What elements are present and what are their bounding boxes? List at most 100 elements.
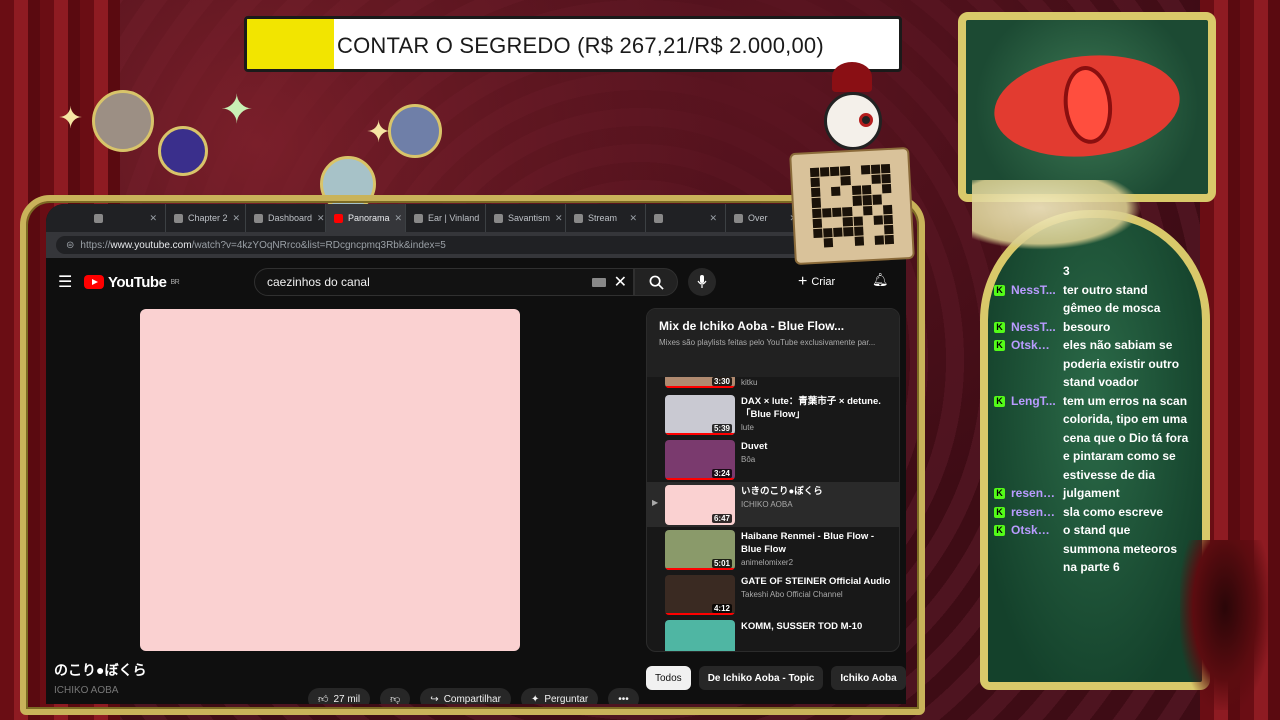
search-button[interactable] — [634, 268, 678, 296]
browser-tab[interactable]: Chapter 2 ✕ — [166, 204, 246, 232]
region-code: BR — [170, 278, 180, 286]
duration-badge: 6:47 — [711, 514, 732, 523]
filter-chip[interactable]: Todos — [646, 666, 691, 690]
tab-label: Chapter 2 — [188, 213, 228, 223]
goal-progress-fill — [247, 19, 335, 69]
duration-badge: 3:30 — [711, 377, 732, 386]
browser-tab[interactable]: ✕ — [646, 204, 726, 232]
watched-progress-bar — [665, 613, 735, 615]
playlist-item[interactable]: KOMM, SUSSER TOD M-10 — [647, 617, 899, 651]
chat-text: besouro — [1063, 319, 1111, 334]
browser-tab[interactable]: Panorama ✕ — [326, 204, 406, 232]
playlist-item-title: DAX × lute：青葉市子 × detune.「Blue Flow」 — [741, 396, 881, 420]
browser-tab[interactable]: Savantism ✕ — [486, 204, 566, 232]
search-value: caezinhos do canal — [267, 275, 370, 289]
like-button[interactable]: 👍︎ 27 mil — [308, 688, 371, 704]
dislike-button[interactable]: 👎︎ — [380, 688, 411, 704]
keyboard-icon[interactable] — [591, 277, 606, 287]
more-horizontal-icon: ••• — [618, 693, 629, 705]
chat-username[interactable]: NessT... — [1011, 318, 1057, 337]
eye-iris — [1059, 63, 1116, 147]
ask-label: Perguntar — [544, 693, 589, 705]
share-label: Compartilhar — [443, 693, 501, 705]
goal-text: CONTAR O SEGREDO (R$ 267,21/R$ 2.000,00) — [337, 33, 824, 58]
search-input[interactable]: caezinhos do canal ✕ — [254, 268, 634, 296]
video-thumbnail[interactable]: 6:47 — [665, 485, 735, 525]
url-host: www.youtube.com — [110, 239, 192, 251]
thumbs-down-icon: 👎︎ — [390, 694, 401, 704]
sparkle-icon: ✦ — [366, 116, 392, 149]
playlist-item[interactable]: 5:39 DAX × lute：青葉市子 × detune.「Blue Flow」… — [647, 392, 899, 437]
chat-text: ter outro stand gêmeo de mosca — [1063, 282, 1161, 316]
browser-tab[interactable]: Ear | Vinland✕ — [406, 204, 486, 232]
watched-progress-bar — [665, 433, 735, 435]
ask-button[interactable]: ✦ Perguntar — [520, 688, 599, 705]
close-tab-icon[interactable]: ✕ — [709, 213, 717, 224]
video-thumbnail[interactable]: 3:24 — [665, 440, 735, 480]
playlist-item-title: Duvet — [741, 441, 768, 452]
chat-username[interactable]: resenh... — [1011, 484, 1057, 503]
playlist-item[interactable]: ▶ 6:47 いきのこり●ぼくら ICHIKO AOBA — [647, 482, 899, 527]
share-button[interactable]: ↪ Compartilhar — [420, 688, 511, 704]
menu-icon[interactable]: ☰ — [58, 272, 80, 292]
chat-username[interactable]: LengT... — [1011, 392, 1057, 485]
close-tab-icon[interactable]: ✕ — [395, 213, 403, 224]
tab-label: Dashboard — [268, 213, 313, 223]
filter-chip[interactable]: De Ichiko Aoba - Topic — [698, 666, 824, 690]
chat-username[interactable]: Otskuna — [1011, 521, 1057, 577]
avatar-bubble — [388, 104, 442, 158]
qr-code-scroll — [789, 146, 915, 266]
video-thumbnail[interactable]: 4:12 — [665, 575, 735, 615]
search-icon — [649, 275, 664, 290]
playlist-title[interactable]: Mix de Ichiko Aoba - Blue Flow... — [659, 319, 887, 333]
browser-tab[interactable]: Stream ✕ — [566, 204, 646, 232]
chat-message: Kresenh... julgament — [994, 484, 1194, 503]
browser-tab[interactable]: ✕ — [86, 204, 166, 232]
demon-character — [1180, 540, 1270, 710]
more-actions-button[interactable]: ••• — [608, 688, 639, 704]
video-player[interactable] — [140, 309, 520, 651]
video-thumbnail[interactable] — [665, 620, 735, 651]
donation-goal-bar: CONTAR O SEGREDO (R$ 267,21/R$ 2.000,00) — [244, 16, 902, 72]
youtube-logo[interactable]: YouTube BR — [84, 274, 180, 291]
playlist-subtitle: Mixes são playlists feitas pelo YouTube … — [659, 338, 876, 347]
playlist-item[interactable]: 4:12 GATE OF STEINER Official Audio Takesh… — [647, 572, 899, 617]
close-tab-icon[interactable]: ✕ — [233, 213, 241, 224]
video-thumbnail[interactable]: 3:30 — [665, 377, 735, 388]
chat-username[interactable]: NessT... — [1011, 281, 1057, 318]
site-info-icon[interactable]: ⊜ — [66, 240, 74, 251]
playlist-item-title: Haibane Renmei - Blue Flow - Blue Flow — [741, 531, 875, 555]
chat-message: K Otskuna o stand que summona meteoros na … — [994, 521, 1194, 577]
thumbs-up-icon: 👍︎ — [318, 694, 329, 704]
video-thumbnail[interactable]: 5:01 — [665, 530, 735, 570]
browser-tab[interactable]: Dashboard ✕ — [246, 204, 326, 232]
close-tab-icon[interactable]: ✕ — [555, 213, 563, 224]
filter-chip[interactable]: Ichiko Aoba — [831, 666, 906, 690]
create-button[interactable]: + Criar — [798, 272, 835, 292]
playlist-item-channel: kitku — [741, 378, 758, 387]
related-filter-chips: Todos De Ichiko Aoba - Topic Ichiko Aoba — [646, 666, 906, 690]
url-field[interactable]: ⊜ https://www.youtube.com/watch?v=4kzYOq… — [56, 236, 859, 254]
mix-playlist-panel: Mix de Ichiko Aoba - Blue Flow... Mixes … — [646, 308, 900, 652]
close-tab-icon[interactable]: ✕ — [629, 213, 637, 224]
page-icon — [654, 213, 663, 223]
playlist-items: 3:30 kitku 5:39 DAX × lute：青葉市子 × detune.「B… — [647, 377, 899, 651]
playlist-item[interactable]: 3:30 kitku — [647, 377, 899, 392]
video-thumbnail[interactable]: 5:39 — [665, 395, 735, 435]
avatar-bubble — [92, 90, 154, 152]
clear-search-icon[interactable]: ✕ — [614, 272, 627, 292]
close-tab-icon[interactable]: ✕ — [149, 213, 157, 224]
playlist-item-channel: Takeshi Abo Official Channel — [741, 590, 843, 599]
notifications-bell-icon[interactable]: 🔔︎ — [872, 272, 889, 288]
close-tab-icon[interactable]: ✕ — [317, 213, 325, 224]
playlist-item-meta: GATE OF STEINER Official Audio Takeshi Ab… — [741, 575, 891, 599]
youtube-header: ☰ YouTube BR caezinhos do canal ✕ + Cria… — [46, 262, 906, 302]
page-icon — [574, 213, 583, 223]
playlist-item[interactable]: 3:24 Duvet Bôa — [647, 437, 899, 482]
video-channel[interactable]: ICHIKO AOBA — [54, 685, 118, 696]
voice-search-button[interactable] — [688, 268, 716, 296]
chat-username[interactable]: resenh... — [1011, 503, 1057, 522]
chat-username[interactable]: Otskuna — [1011, 336, 1057, 392]
playlist-item[interactable]: 5:01 Haibane Renmei - Blue Flow - Blue Fl… — [647, 527, 899, 572]
watched-progress-bar — [665, 386, 735, 388]
